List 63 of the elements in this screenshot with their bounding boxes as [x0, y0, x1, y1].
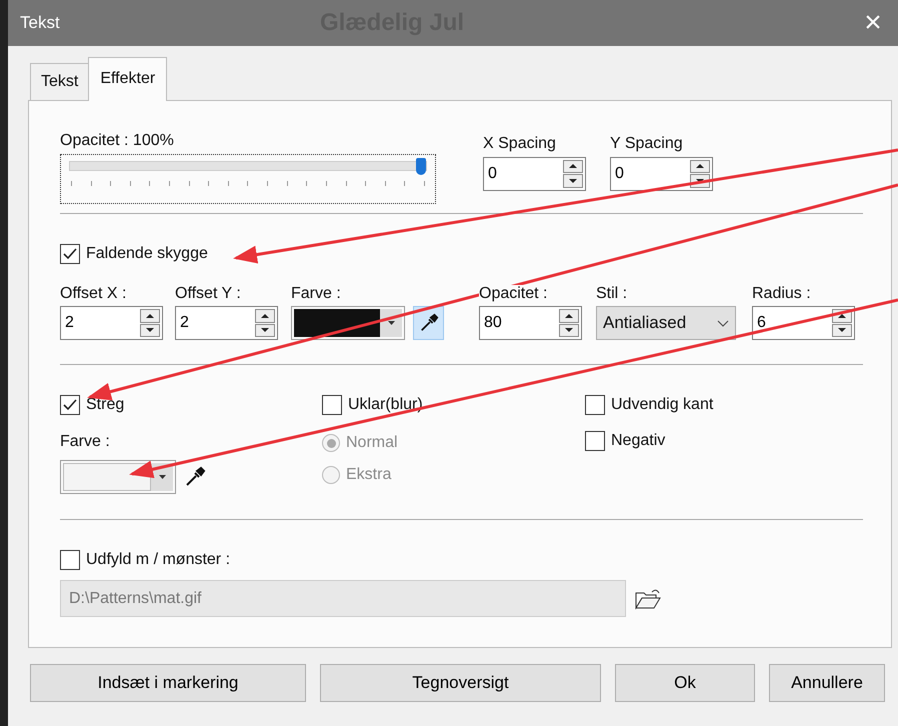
- stroke-color-picker[interactable]: [60, 460, 176, 494]
- spinbox[interactable]: 2: [175, 306, 278, 340]
- spin-arrow-icon[interactable]: [261, 328, 269, 332]
- spin-arrow-icon[interactable]: [838, 314, 846, 318]
- spinbox-field[interactable]: 2: [61, 307, 138, 340]
- eyedropper-icon[interactable]: [184, 466, 206, 488]
- style-select[interactable]: Antialiased: [596, 306, 736, 340]
- spin-arrow-icon[interactable]: [565, 314, 573, 318]
- dialog-button[interactable]: Indsæt i markering: [30, 664, 306, 702]
- open-folder-icon[interactable]: [634, 588, 662, 610]
- spinbox-field[interactable]: 80: [480, 307, 557, 340]
- caret-icon: [158, 475, 166, 480]
- spinbox[interactable]: 80: [479, 306, 582, 340]
- spin-arrow-icon[interactable]: [696, 178, 704, 183]
- blur-label: Uklar(blur): [348, 395, 423, 416]
- drop-shadow-label: Faldende skygge: [86, 244, 208, 264]
- spin-arrow-icon[interactable]: [569, 178, 577, 183]
- outer-edge-label: Udvendig kant: [611, 395, 714, 416]
- spinbox-field[interactable]: 2: [176, 307, 253, 340]
- close-button[interactable]: ×: [848, 0, 898, 46]
- radio-label: Ekstra: [346, 465, 392, 486]
- eyedropper-icon: [418, 313, 438, 334]
- slider-thumb[interactable]: [416, 158, 426, 175]
- spacing-label: Y Spacing: [610, 135, 683, 153]
- caret-icon: [388, 321, 394, 326]
- window-title: Tekst: [20, 12, 61, 34]
- spin-arrow-icon[interactable]: [261, 314, 269, 318]
- stroke-label: Streg: [86, 395, 124, 416]
- spinbox[interactable]: 6: [752, 306, 855, 340]
- eyedropper-button[interactable]: [413, 306, 444, 340]
- checkbox[interactable]: [60, 395, 80, 416]
- opacity-slider[interactable]: [60, 154, 436, 204]
- checkbox[interactable]: [585, 395, 605, 416]
- opacity-label: Opacitet : 100%: [60, 132, 174, 150]
- spinbox[interactable]: 2: [60, 306, 163, 340]
- spacing-spinbox[interactable]: 0: [483, 156, 586, 191]
- spin-arrow-icon[interactable]: [146, 314, 154, 318]
- checkbox[interactable]: [60, 244, 80, 264]
- spacing-label: X Spacing: [483, 135, 556, 153]
- tab[interactable]: Tekst: [30, 63, 90, 100]
- spin-arrow-icon[interactable]: [838, 328, 846, 332]
- checkbox[interactable]: [585, 431, 605, 452]
- negative-label: Negativ: [611, 431, 666, 452]
- spinbox-field[interactable]: 0: [611, 158, 688, 190]
- dialog-button[interactable]: Tegnoversigt: [320, 664, 601, 702]
- dialog-button[interactable]: Ok: [615, 664, 755, 702]
- spinbox-field[interactable]: 6: [753, 307, 830, 340]
- dialog-button[interactable]: Annullere: [769, 664, 885, 702]
- color-picker[interactable]: [291, 306, 405, 340]
- tab[interactable]: Effekter: [88, 57, 168, 101]
- chevron-down-icon: [717, 320, 729, 327]
- spinbox-field[interactable]: 0: [484, 158, 561, 190]
- checkmark-icon: [63, 399, 77, 412]
- spacing-spinbox[interactable]: 0: [610, 156, 713, 191]
- field-label: Opacitet :: [479, 284, 548, 302]
- spin-arrow-icon[interactable]: [569, 164, 577, 168]
- spin-arrow-icon[interactable]: [696, 164, 704, 168]
- fill-pattern-label: Udfyld m / mønster :: [86, 550, 230, 570]
- spin-arrow-icon[interactable]: [565, 328, 573, 332]
- checkmark-icon: [63, 248, 77, 260]
- checkbox[interactable]: [322, 395, 342, 416]
- spin-arrow-icon[interactable]: [146, 328, 154, 332]
- radio-label: Normal: [346, 433, 398, 454]
